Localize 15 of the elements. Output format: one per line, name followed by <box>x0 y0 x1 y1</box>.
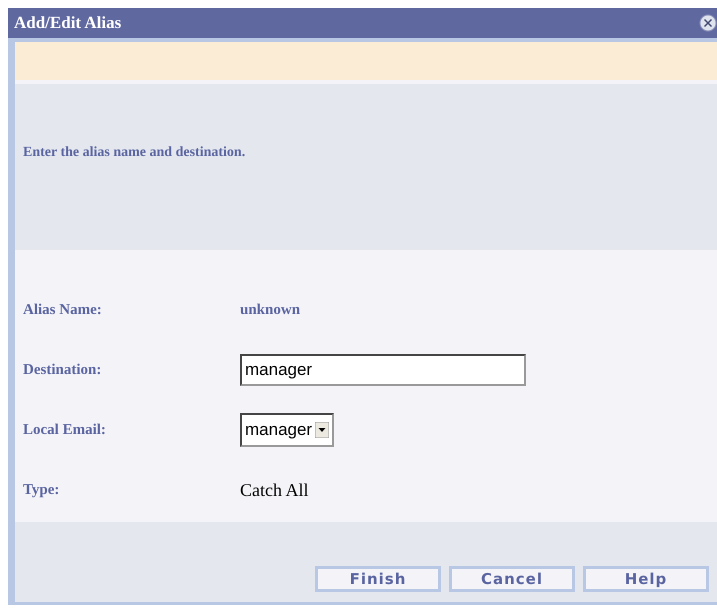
dropdown[interactable]: manager <box>240 413 334 447</box>
input-field[interactable]: manager <box>240 354 526 386</box>
field-label: Destination: <box>23 362 102 378</box>
instruction-text: Enter the alias name and destination. <box>23 145 246 161</box>
field-label: Alias Name: <box>23 302 103 318</box>
close-icon[interactable] <box>699 14 717 32</box>
field-value: Catch All <box>240 480 308 500</box>
dialog-button[interactable]: Cancel <box>449 566 575 592</box>
dropdown-arrow-icon[interactable] <box>315 422 330 438</box>
dialog-button[interactable]: Help <box>583 566 709 592</box>
field-value: unknown <box>240 302 300 318</box>
field-label: Local Email: <box>23 422 107 438</box>
field-label: Type: <box>23 482 60 498</box>
dialog-button[interactable]: Finish <box>315 566 441 592</box>
window-title: Add/Edit Alias <box>14 13 122 33</box>
